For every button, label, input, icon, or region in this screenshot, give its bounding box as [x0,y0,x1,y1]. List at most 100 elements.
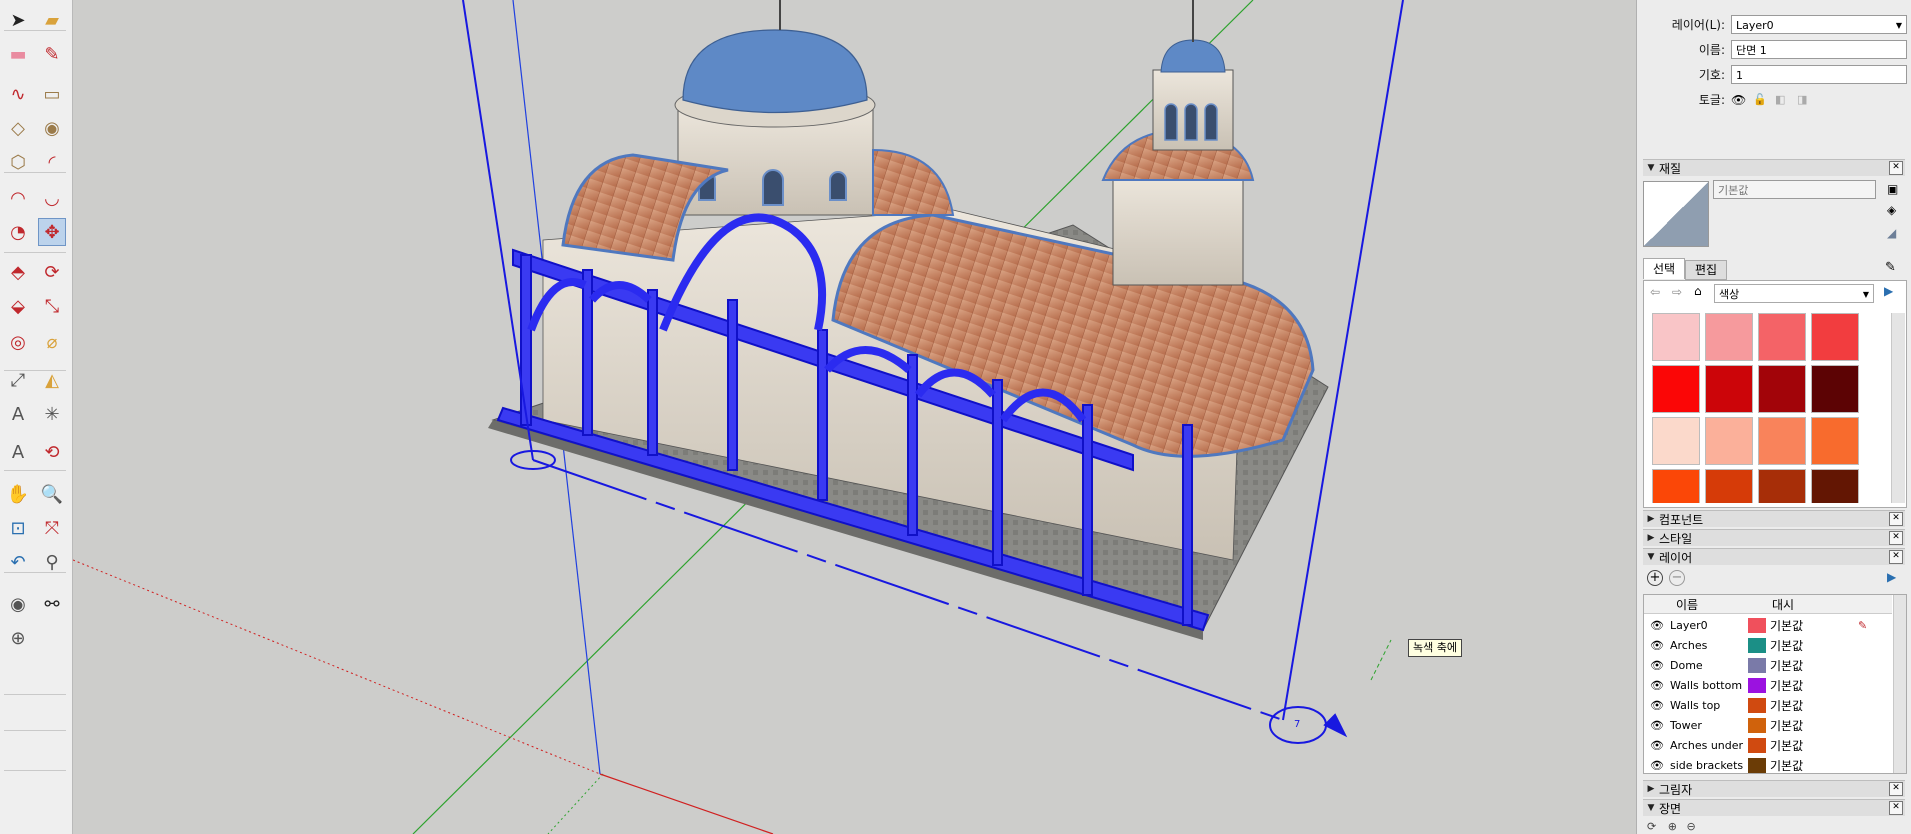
move-tool-button[interactable]: ✥ [38,218,66,246]
material-swatch[interactable] [1652,313,1700,361]
default-material-icon[interactable]: ◢ [1887,226,1896,240]
two-point-arc-tool-button[interactable]: ◠ [4,184,32,212]
components-panel-header[interactable]: ▶ 컴포넌트 ✕ [1643,510,1905,527]
add-layer-icon[interactable]: + [1647,570,1663,586]
material-swatch[interactable] [1758,365,1806,413]
styles-panel-header[interactable]: ▶ 스타일 ✕ [1643,529,1905,546]
material-swatch[interactable] [1758,313,1806,361]
visibility-eye-icon[interactable]: 👁 [1644,639,1670,652]
zoom-tool-button[interactable]: 🔍 [38,480,66,508]
freehand-tool-button[interactable]: ∿ [4,80,32,108]
layer-color-swatch[interactable] [1748,637,1766,653]
swatch-scrollbar[interactable] [1891,313,1905,503]
visibility-eye-icon[interactable]: 👁 [1644,619,1670,632]
pie-tool-button[interactable]: ◔ [4,218,32,246]
layer-color-swatch[interactable] [1748,617,1766,633]
three-point-arc-tool-button[interactable]: ◡ [38,184,66,212]
layer-row[interactable]: 👁 Arches 기본값 [1644,635,1896,655]
eraser-tool-button[interactable]: ▬ [4,40,32,68]
refresh-scene-icon[interactable]: ⟳ [1647,820,1656,833]
layer-color-swatch[interactable] [1748,757,1766,773]
material-swatch[interactable] [1705,469,1753,503]
rotated-rectangle-tool-button[interactable]: ◇ [4,114,32,142]
close-icon[interactable]: ✕ [1889,801,1903,815]
scenes-panel-header[interactable]: ▼ 장면 ✕ [1643,799,1905,816]
offset-tool-button[interactable]: ◎ [4,328,32,356]
material-name-field[interactable]: 기본값 [1713,180,1876,199]
layer-dash[interactable]: 기본값 [1770,757,1830,774]
close-icon[interactable]: ✕ [1889,512,1903,526]
layer-select[interactable]: Layer0 ▼ [1731,15,1907,34]
layer-row[interactable]: 👁 Arches under 기본값 [1644,735,1896,755]
material-swatch[interactable] [1811,417,1859,465]
material-swatch[interactable] [1652,417,1700,465]
push-pull-tool-button[interactable]: ⬘ [4,258,32,286]
eyedropper-icon[interactable]: ✎ [1885,260,1896,275]
text-tool-button[interactable]: A [4,400,32,428]
back-arrow-icon[interactable]: ⇦ [1650,285,1660,299]
rotate-tool-button[interactable]: ⟳ [38,258,66,286]
layer-dash[interactable]: 기본값 [1770,697,1830,714]
layer-row[interactable]: 👁 side brackets 기본값 [1644,755,1896,774]
details-arrow-icon[interactable]: ▶ [1884,284,1893,298]
material-swatch[interactable] [1811,365,1859,413]
layer-row[interactable]: 👁 Dome 기본값 [1644,655,1896,675]
section-plane-tool-button[interactable]: ⊕ [4,624,32,652]
pan-tool-button[interactable]: ✋ [4,480,32,508]
tape-measure-tool-button[interactable]: ⌀ [38,328,66,356]
layer-row[interactable]: 👁 Layer0 기본값 ✎ [1644,615,1896,635]
visible-toggle-icon[interactable]: 👁 [1731,93,1753,107]
remove-scene-icon[interactable]: ⊖ [1686,820,1695,833]
material-swatch[interactable] [1652,469,1700,503]
home-icon[interactable]: ⌂ [1694,284,1702,298]
layer-dash[interactable]: 기본값 [1770,637,1830,654]
scale-tool-button[interactable]: ⤡ [38,292,66,320]
orbit-tool-button[interactable]: ⟲ [38,438,66,466]
paste-icon[interactable]: ▣ [1887,182,1898,196]
walk-tool-button[interactable]: ⚯ [38,590,66,618]
look-around-tool-button[interactable]: ◉ [4,590,32,618]
materials-panel-header[interactable]: ▼ 재질 ✕ [1643,159,1905,176]
material-swatch[interactable] [1758,417,1806,465]
visibility-eye-icon[interactable]: 👁 [1644,739,1670,752]
layer-dash[interactable]: 기본값 [1770,617,1830,634]
shadows-panel-header[interactable]: ▶ 그림자 ✕ [1643,780,1905,797]
layer-dash[interactable]: 기본값 [1770,677,1830,694]
layer-color-swatch[interactable] [1748,697,1766,713]
material-swatch[interactable] [1705,365,1753,413]
name-field[interactable]: 단면 1 [1731,40,1907,59]
material-swatch[interactable] [1652,365,1700,413]
visibility-eye-icon[interactable]: 👁 [1644,679,1670,692]
col-name-header[interactable]: 이름 [1676,596,1698,613]
material-swatch[interactable] [1705,417,1753,465]
layer-color-swatch[interactable] [1748,657,1766,673]
layer-row[interactable]: 👁 Walls top 기본값 [1644,695,1896,715]
close-icon[interactable]: ✕ [1889,161,1903,175]
modeling-viewport[interactable]: 7 녹색 축에 [73,0,1636,834]
material-swatch[interactable] [1811,469,1859,503]
col-dash-header[interactable]: 대시 [1772,596,1794,613]
3d-text-tool-button[interactable]: A [4,438,32,466]
tab-edit[interactable]: 편집 [1685,260,1727,280]
follow-me-tool-button[interactable]: ⬙ [4,292,32,320]
visibility-eye-icon[interactable]: 👁 [1644,699,1670,712]
tab-select[interactable]: 선택 [1643,258,1685,279]
layer-row[interactable]: 👁 Tower 기본값 [1644,715,1896,735]
visibility-eye-icon[interactable]: 👁 [1644,659,1670,672]
forward-arrow-icon[interactable]: ⇨ [1672,285,1682,299]
material-swatch[interactable] [1811,313,1859,361]
circle-tool-button[interactable]: ◉ [38,114,66,142]
visibility-eye-icon[interactable]: 👁 [1644,759,1670,772]
layer-color-swatch[interactable] [1748,737,1766,753]
material-swatch[interactable] [1705,313,1753,361]
zoom-window-tool-button[interactable]: ⊡ [4,514,32,542]
close-icon[interactable]: ✕ [1889,550,1903,564]
pencil-line-tool-button[interactable]: ✎ [38,40,66,68]
receive-shadow-toggle-icon[interactable]: ◨ [1797,93,1819,106]
material-swatch[interactable] [1758,469,1806,503]
axes-tool-button[interactable]: ✳ [38,400,66,428]
layers-scrollbar[interactable] [1893,595,1906,773]
symbol-field[interactable]: 1 [1731,65,1907,84]
layer-dash[interactable]: 기본값 [1770,737,1830,754]
add-scene-icon[interactable]: ⊕ [1668,820,1677,833]
